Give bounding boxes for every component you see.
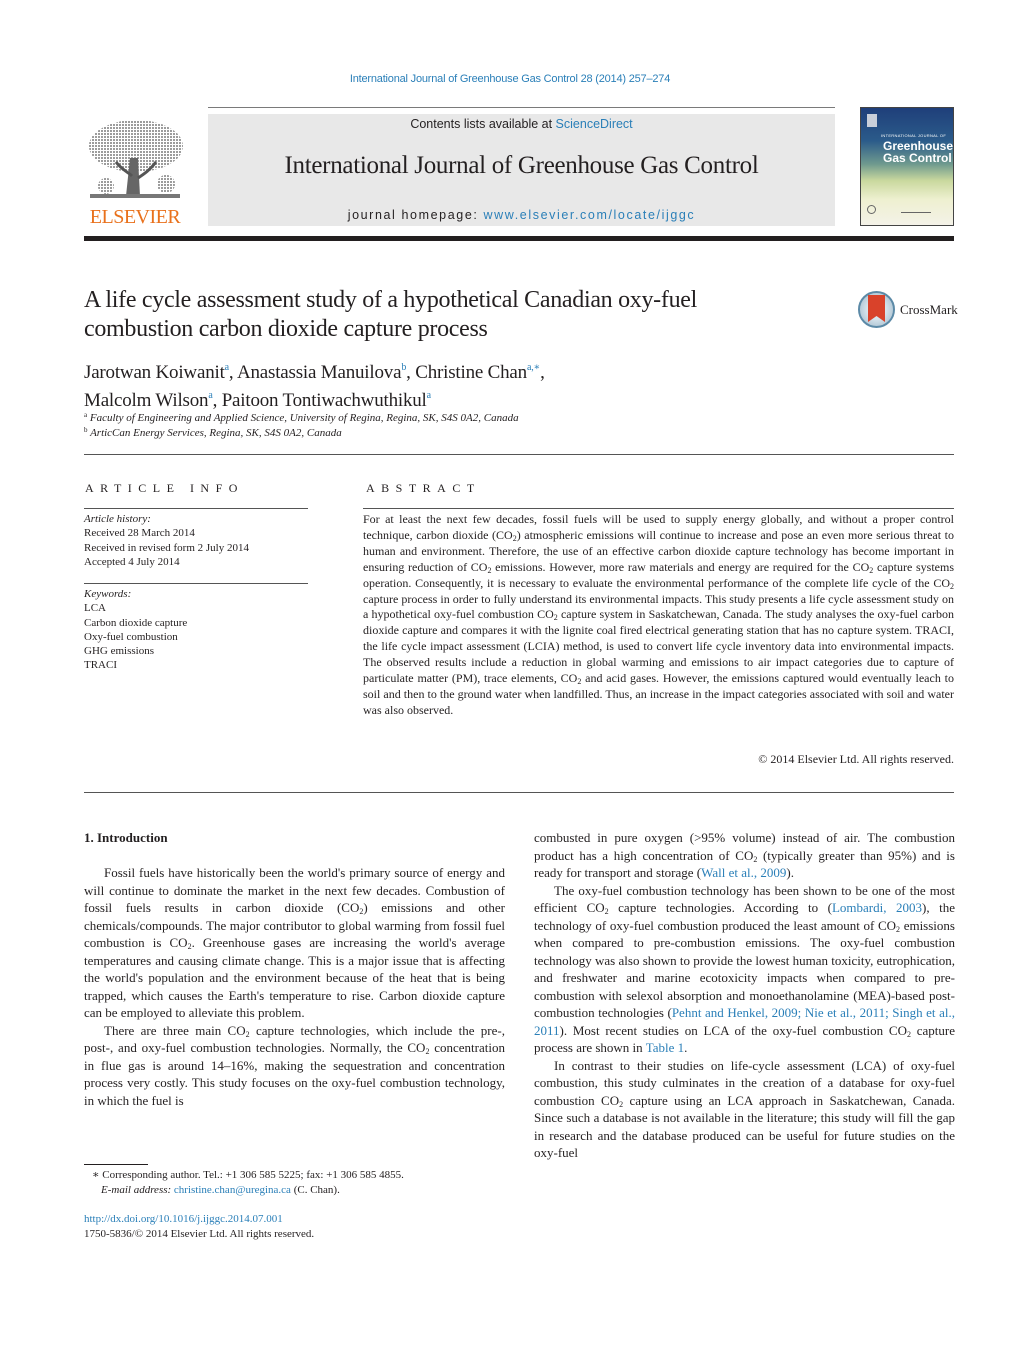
contents-line: Contents lists available at ScienceDirec… [208, 117, 835, 131]
title-section-rule [84, 454, 954, 455]
affiliation-b: b ArticCan Energy Services, Regina, SK, … [84, 426, 342, 439]
body-column-right: combusted in pure oxygen (>95% volume) i… [534, 829, 955, 1162]
keyword-item: TRACI [84, 659, 117, 672]
author-affil-mark[interactable]: a [427, 390, 431, 401]
homepage-label: journal homepage: [347, 208, 484, 222]
keyword-item: Carbon dioxide capture [84, 616, 188, 629]
history-item: Received in revised form 2 July 2014 [84, 541, 249, 554]
article-info-heading: ARTICLE INFO [85, 481, 244, 495]
author-name[interactable]: Anastassia Manuilova [237, 362, 402, 383]
header-thick-rule [84, 236, 954, 241]
author-affil-mark[interactable]: a,∗ [527, 362, 540, 373]
keywords: Keywords: LCA Carbon dioxide capture Oxy… [84, 587, 308, 673]
affiliation-a: a Faculty of Engineering and Applied Sci… [84, 411, 519, 424]
keyword-item: LCA [84, 602, 106, 615]
intro-paragraph-2-continued: combusted in pure oxygen (>95% volume) i… [534, 830, 955, 880]
body-column-left: Fossil fuels have historically been the … [84, 864, 505, 1109]
article-title: A life cycle assessment study of a hypot… [84, 286, 824, 344]
keywords-label: Keywords: [84, 588, 132, 600]
journal-citation[interactable]: International Journal of Greenhouse Gas … [0, 73, 1020, 85]
email-link[interactable]: christine.chan@uregina.ca [174, 1184, 291, 1196]
cover-title-line: Gas Control [883, 151, 952, 165]
author-separator: , [540, 362, 545, 383]
doi-link[interactable]: http://dx.doi.org/10.1016/j.ijggc.2014.0… [84, 1212, 314, 1227]
keyword-item: Oxy-fuel combustion [84, 630, 178, 643]
elsevier-wordmark: ELSEVIER [89, 206, 181, 228]
abstract-copyright: © 2014 Elsevier Ltd. All rights reserved… [758, 752, 954, 766]
affiliation-text: ArticCan Energy Services, Regina, SK, S4… [90, 427, 342, 439]
article-history: Article history: Received 28 March 2014 … [84, 512, 308, 569]
intro-paragraph-3: The oxy-fuel combustion technology has b… [534, 882, 955, 1056]
introduction-heading: 1. Introduction [84, 830, 168, 845]
history-item: Accepted 4 July 2014 [84, 555, 180, 568]
citation-link[interactable]: Lombardi, 2003 [832, 900, 922, 915]
cover-title: Greenhouse Gas Control [883, 140, 953, 164]
elsevier-logo[interactable]: ELSEVIER [84, 114, 186, 228]
title-line: A life cycle assessment study of a hypot… [84, 287, 697, 313]
author-line: Malcolm Wilson a, Paitoon Tontiwachwuthik… [84, 384, 784, 412]
title-line: combustion carbon dioxide capture proces… [84, 316, 488, 342]
author-name[interactable]: Jarotwan Koiwanit [84, 362, 225, 383]
intro-paragraph-4: In contrast to their studies on life-cyc… [534, 1057, 955, 1161]
affiliation-mark: a [84, 411, 88, 419]
history-item: Received 28 March 2014 [84, 527, 195, 540]
affiliation-text: Faculty of Engineering and Applied Scien… [89, 412, 519, 424]
abstract-heading: ABSTRACT [366, 481, 481, 495]
cover-elsevier-mark-icon [867, 114, 877, 127]
header-top-rule [208, 107, 835, 108]
issn-copyright: 1750-5836/© 2014 Elsevier Ltd. All right… [84, 1227, 315, 1240]
homepage-link[interactable]: www.elsevier.com/locate/ijggc [484, 208, 696, 222]
author-separator: , [406, 362, 416, 383]
footnote-rule [84, 1164, 148, 1165]
journal-name: International Journal of Greenhouse Gas … [284, 152, 759, 179]
journal-banner: Contents lists available at ScienceDirec… [208, 114, 835, 226]
citation-link[interactable]: Wall et al., 2009 [701, 865, 786, 880]
contents-prefix: Contents lists available at [410, 117, 556, 131]
author-separator: , [212, 390, 222, 411]
affiliation-mark: b [84, 426, 88, 434]
cover-signature-icon [901, 208, 931, 213]
abstract-bottom-rule [84, 792, 954, 793]
crossmark-button[interactable]: CrossMark [858, 291, 958, 329]
crossmark-label: CrossMark [900, 302, 958, 317]
journal-cover-thumbnail[interactable]: INTERNATIONAL JOURNAL OF Greenhouse Gas … [860, 107, 954, 226]
intro-paragraph-2: There are three main CO2 capture technol… [84, 1022, 505, 1108]
author-separator: , [228, 362, 237, 383]
journal-homepage: journal homepage: www.elsevier.com/locat… [208, 208, 835, 222]
author-line: Jarotwan Koiwanita, Anastassia Manuilova… [84, 356, 784, 384]
elsevier-tree-icon [89, 120, 183, 198]
author-list: Jarotwan Koiwanit a, Anastassia Manuilova… [84, 356, 784, 412]
corresponding-author-footnote: ∗ Corresponding author. Tel.: +1 306 585… [92, 1168, 512, 1197]
author-name[interactable]: Christine Chan [415, 362, 527, 383]
email-label: E-mail address: [101, 1183, 174, 1196]
article-info-rule [84, 508, 308, 509]
email-suffix: (C. Chan). [290, 1183, 340, 1196]
cover-seal-icon [867, 205, 876, 214]
abstract-body: For at least the next few decades, fossi… [363, 512, 955, 717]
sciencedirect-link[interactable]: ScienceDirect [556, 117, 633, 131]
abstract-rule [363, 508, 954, 509]
doi-block: http://dx.doi.org/10.1016/j.ijggc.2014.0… [84, 1212, 314, 1241]
cover-small-text: INTERNATIONAL JOURNAL OF [881, 133, 947, 138]
keywords-rule [84, 583, 308, 584]
history-label: Article history: [84, 513, 151, 525]
author-name[interactable]: Malcolm Wilson [84, 390, 209, 411]
intro-paragraph-1: Fossil fuels have historically been the … [84, 865, 506, 1020]
keyword-item: GHG emissions [84, 645, 154, 658]
table-link[interactable]: Table 1 [646, 1040, 684, 1055]
author-name[interactable]: Paitoon Tontiwachwuthikul [222, 390, 427, 411]
footnote-contact: Corresponding author. Tel.: +1 306 585 5… [99, 1169, 404, 1181]
